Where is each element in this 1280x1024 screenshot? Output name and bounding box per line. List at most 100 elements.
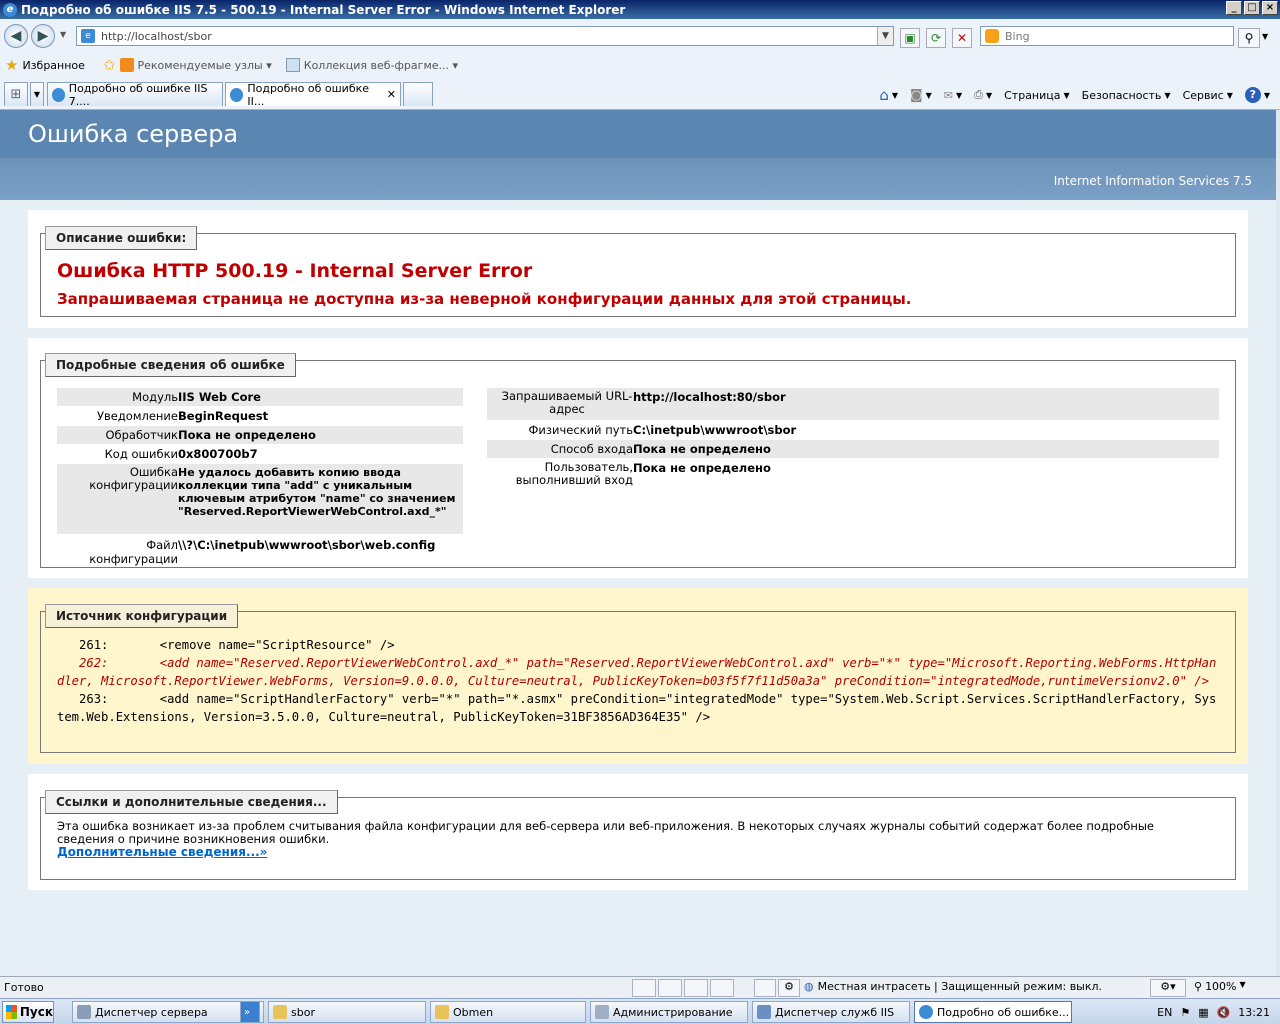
config-source-panel: Источник конфигурации 261: <remove name=… (28, 588, 1248, 764)
zoom-icon: ⚲ (1194, 980, 1203, 993)
links-text: Эта ошибка возникает из-за проблем считы… (57, 819, 1154, 846)
window-title: Подробно об ошибке IIS 7.5 - 500.19 - In… (21, 2, 626, 17)
addons-status-icon[interactable]: ⚙▾ (1150, 979, 1186, 997)
close-window-button[interactable]: × (1262, 1, 1278, 15)
forward-button[interactable]: ▶ (31, 24, 55, 48)
task-powershell[interactable]: » (240, 1001, 260, 1023)
start-button[interactable]: Пуск (2, 1001, 54, 1023)
volume-icon[interactable]: 🔇 (1217, 1006, 1231, 1019)
compatibility-view-icon[interactable]: ▣ (900, 28, 920, 48)
task-label: sbor (291, 1005, 315, 1019)
start-label: Пуск (19, 1005, 53, 1019)
code-line-262: 262: <add name="Reserved.ReportViewerWeb… (57, 656, 1217, 688)
service-menu[interactable]: Сервис ▼ (1183, 89, 1233, 102)
address-bar[interactable]: e http://localhost/sbor ▼ (76, 26, 894, 46)
more-info-link[interactable]: Дополнительные сведения...» (57, 845, 267, 859)
tab-error-2[interactable]: Подробно об ошибке II... ✕ (225, 82, 401, 108)
detail-value: Пока не определено (178, 428, 316, 442)
task-administration[interactable]: Администрирование (590, 1001, 748, 1023)
search-input[interactable]: Bing (1005, 30, 1030, 43)
status-pane (684, 979, 708, 997)
address-dropdown-icon[interactable]: ▼ (877, 27, 893, 45)
task-folder-obmen[interactable]: Obmen (430, 1001, 586, 1023)
page-menu[interactable]: Страница ▼ (1004, 89, 1070, 102)
address-input[interactable]: http://localhost/sbor (101, 30, 212, 43)
task-label: Подробно об ошибке... (937, 1005, 1070, 1019)
security-menu-label: Безопасность (1081, 88, 1162, 102)
ie-icon (919, 1005, 933, 1019)
minimize-button[interactable]: _ (1226, 1, 1242, 15)
server-manager-icon (77, 1005, 91, 1019)
favorites-label: Избранное (22, 58, 85, 72)
page-scrollbar[interactable] (1276, 110, 1280, 976)
status-pane (710, 979, 734, 997)
task-server-manager[interactable]: Диспетчер сервера (72, 1001, 264, 1023)
tab-list-button[interactable]: ▼ (30, 82, 44, 106)
task-ie-error[interactable]: Подробно об ошибке... (914, 1001, 1072, 1023)
close-tab-icon[interactable]: ✕ (387, 88, 396, 101)
window-controls: _ □ × (1226, 1, 1278, 15)
code-line-263: 263: <add name="ScriptHandlerFactory" ve… (57, 692, 1217, 724)
zoom-level: 100% (1205, 980, 1237, 993)
details-legend: Подробные сведения об ошибке (45, 353, 296, 377)
page-menu-label: Страница (1004, 88, 1061, 102)
detail-value: IIS Web Core (178, 390, 261, 404)
task-label: Диспетчер служб IIS (775, 1005, 895, 1019)
back-button[interactable]: ◀ (4, 24, 28, 48)
folder-icon (273, 1005, 287, 1019)
flag-icon[interactable]: ⚑ (1180, 1006, 1190, 1019)
security-menu[interactable]: Безопасность ▼ (1082, 89, 1171, 102)
history-dropdown-icon[interactable]: ▼ (60, 30, 66, 39)
tab-bar: ⊞ ▼ Подробно об ошибке IIS 7.... Подробн… (0, 82, 1280, 108)
web-slice-icon (285, 58, 300, 72)
tab-error-1[interactable]: Подробно об ошибке IIS 7.... (47, 82, 223, 108)
ie-logo-icon: e (3, 2, 17, 17)
protected-mode-icon[interactable]: ⚙ (778, 979, 800, 997)
folder-icon (435, 1005, 449, 1019)
detail-key: Обработчик (105, 428, 178, 442)
search-icon[interactable]: ⚲ (1238, 28, 1260, 48)
tab-list-icon: ▼ (33, 90, 41, 99)
feeds-button[interactable]: ◙ ▼ (910, 88, 932, 103)
description-legend: Описание ошибки: (45, 226, 198, 250)
suggested-sites-link[interactable]: Рекомендуемые узлы ▾ (119, 58, 272, 72)
home-button[interactable]: ⌂ ▼ (879, 86, 898, 104)
network-icon[interactable]: ▦ (1198, 1006, 1208, 1019)
task-iis-manager[interactable]: Диспетчер служб IIS (752, 1001, 910, 1023)
new-tab-button[interactable] (403, 82, 433, 106)
task-folder-sbor[interactable]: sbor (268, 1001, 426, 1023)
detail-row: Способ входа Пока не определено (487, 440, 1219, 458)
favorites-button[interactable]: ★ Избранное (5, 56, 85, 74)
detail-value: \\?\C:\inetpub\wwwroot\sbor\web.config (178, 538, 436, 552)
security-zone[interactable]: ◍ Местная интрасеть | Защищенный режим: в… (804, 980, 1102, 993)
stop-icon[interactable]: ✕ (952, 28, 972, 48)
detail-key: Уведомление (96, 409, 178, 423)
window-titlebar: e Подробно об ошибке IIS 7.5 - 500.19 - … (0, 0, 1280, 19)
web-slice-gallery-link[interactable]: Коллекция веб-фрагме... ▾ (285, 58, 458, 72)
page-icon: e (81, 29, 95, 43)
home-icon: ⌂ (879, 86, 889, 104)
detail-row: Ошибка конфигурации Не удалось добавить … (57, 464, 463, 534)
globe-icon: ◍ (804, 980, 814, 993)
refresh-icon[interactable]: ⟳ (926, 28, 946, 48)
suggested-sites-label: Рекомендуемые узлы ▾ (137, 58, 272, 72)
search-options-icon[interactable]: ▼ (1262, 32, 1268, 41)
add-to-favorites-button[interactable]: ✩ (103, 56, 116, 74)
description-panel: Описание ошибки: Ошибка HTTP 500.19 - In… (28, 210, 1248, 328)
bing-icon (985, 29, 999, 43)
zoom-control[interactable]: ⚲ 100% ▼ (1194, 980, 1246, 993)
tab-ie-icon (230, 87, 244, 102)
powershell-icon: » (244, 1006, 251, 1018)
mail-button[interactable]: ✉ ▼ (944, 89, 962, 102)
quick-tabs-button[interactable]: ⊞ (4, 82, 28, 106)
task-label: Obmen (453, 1005, 494, 1019)
print-button[interactable]: ⎙ ▼ (974, 88, 992, 102)
maximize-button[interactable]: □ (1244, 1, 1260, 15)
search-box[interactable]: Bing (980, 26, 1234, 46)
help-button[interactable]: ? ▼ (1244, 87, 1270, 103)
language-indicator[interactable]: EN (1157, 1006, 1172, 1019)
clock[interactable]: 13:21 (1238, 1006, 1270, 1019)
detail-row: Код ошибки 0x800700b7 (57, 445, 463, 463)
config-source-legend: Источник конфигурации (45, 604, 239, 628)
detail-row: Модуль IIS Web Core (57, 388, 463, 406)
